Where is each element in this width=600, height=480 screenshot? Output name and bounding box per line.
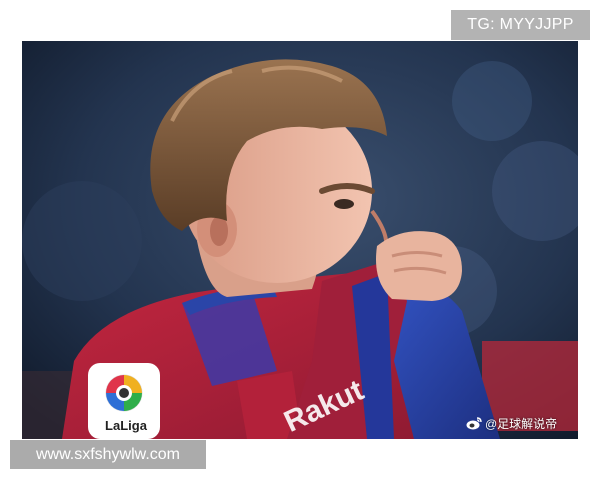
photo-credit-text: @足球解说帝 [485,417,558,431]
photo-credit: @足球解说帝 [466,415,557,432]
weibo-icon [466,417,482,430]
page: Rakut LaLiga @足球解说帝 TG: MYYJJPP www.sxfs… [0,0,600,480]
site-url-watermark: www.sxfshywlw.com [10,440,206,469]
laliga-label: LaLiga [105,418,147,433]
telegram-watermark: TG: MYYJJPP [451,10,590,40]
player-photo-illustration: Rakut [22,41,578,439]
player-photo: Rakut [22,41,578,439]
